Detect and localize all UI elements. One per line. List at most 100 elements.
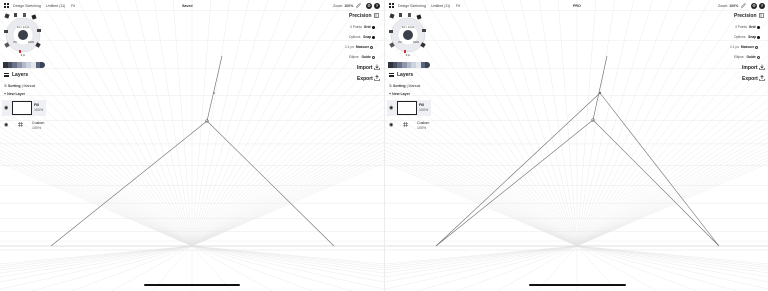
app-name[interactable]: Design Sketching bbox=[398, 4, 426, 8]
top-bar: Design Sketching Untitled (11) Fit Saved… bbox=[0, 0, 384, 11]
precision-toggle[interactable]: Measure bbox=[356, 45, 369, 49]
color-swatches[interactable] bbox=[388, 62, 431, 68]
brush-size-knob[interactable] bbox=[403, 30, 413, 40]
precision-row[interactable]: 3 Points Grid bbox=[735, 25, 760, 29]
color-swatch[interactable] bbox=[40, 62, 46, 68]
pen-icon[interactable] bbox=[741, 3, 746, 8]
layer-row[interactable]: ◉ Fill 100% bbox=[387, 100, 431, 116]
pro-badge[interactable]: PRO bbox=[573, 4, 581, 8]
brush-wheel[interactable]: 14 × 14 px 0% 100% 8 px bbox=[3, 13, 43, 57]
color-swatches[interactable] bbox=[3, 62, 46, 68]
precision-toggle[interactable]: Grid bbox=[749, 25, 756, 29]
fit-button[interactable]: Fit bbox=[71, 4, 75, 8]
precision-row[interactable]: Options Snap bbox=[734, 35, 761, 39]
apps-grid-icon[interactable] bbox=[389, 3, 394, 8]
brush-wheel[interactable]: 14 × 14 px 0% 100% 8 px bbox=[388, 13, 428, 57]
toggle-off-icon bbox=[370, 45, 374, 49]
layer-name: Fill bbox=[34, 103, 40, 107]
precision-row[interactable]: Ellipse Guide bbox=[349, 55, 375, 59]
layer-thumbnail bbox=[12, 101, 32, 115]
menu-icon[interactable] bbox=[389, 73, 394, 77]
pen-icon[interactable] bbox=[356, 3, 361, 8]
layer-opacity: 100% bbox=[32, 126, 42, 130]
precision-toggle[interactable]: Measure bbox=[741, 45, 754, 49]
precision-row[interactable]: 3 Points Grid bbox=[350, 25, 375, 29]
top-bar: Design Sketching Untitled (11) Fit PRO Z… bbox=[385, 0, 768, 11]
brush-width-label: 8 px bbox=[406, 54, 411, 57]
brush-size-knob[interactable] bbox=[18, 30, 28, 40]
precision-option: Ellipse bbox=[734, 55, 744, 59]
precision-grid-icon[interactable] bbox=[374, 13, 379, 18]
help-icon[interactable]: ? bbox=[374, 2, 380, 9]
precision-row[interactable]: 1:1 px Measure bbox=[345, 45, 374, 49]
color-swatch[interactable] bbox=[425, 62, 431, 68]
apps-grid-icon[interactable] bbox=[4, 3, 9, 8]
control-point[interactable] bbox=[598, 91, 602, 95]
visibility-eye-icon[interactable]: ◉ bbox=[4, 122, 8, 128]
precision-toggle[interactable]: Guide bbox=[361, 55, 370, 59]
sorting-value: Manual bbox=[408, 84, 421, 88]
precision-grid-icon[interactable] bbox=[759, 13, 764, 18]
menu-icon[interactable] bbox=[4, 73, 9, 77]
layer-row[interactable]: ◉ Custom 100% bbox=[387, 117, 431, 133]
precision-toggle[interactable]: Snap bbox=[748, 35, 756, 39]
app-root: Design Sketching Untitled (11) Fit Saved… bbox=[0, 0, 768, 291]
layer-row[interactable]: ◉ Fill 100% bbox=[2, 100, 46, 116]
precision-toggle[interactable]: Snap bbox=[363, 35, 371, 39]
export-icon[interactable] bbox=[374, 75, 380, 81]
sorting-label: Sorting bbox=[393, 84, 406, 88]
export-icon[interactable] bbox=[759, 75, 765, 81]
precision-toggle[interactable]: Guide bbox=[746, 55, 755, 59]
toggle-off-icon bbox=[371, 55, 375, 59]
layer-name: Custom bbox=[417, 121, 430, 125]
sorting-value: Manual bbox=[23, 84, 36, 88]
fit-button[interactable]: Fit bbox=[456, 4, 460, 8]
visibility-eye-icon[interactable]: ◉ bbox=[389, 105, 393, 111]
app-name[interactable]: Design Sketching bbox=[13, 4, 41, 8]
import-icon[interactable] bbox=[759, 64, 765, 70]
toggle-off-icon bbox=[755, 45, 759, 49]
precision-row[interactable]: Ellipse Guide bbox=[734, 55, 760, 59]
control-point[interactable] bbox=[213, 92, 215, 94]
grid-layer-icon bbox=[18, 122, 23, 127]
toggle-on-icon bbox=[757, 35, 761, 39]
brush-size-label: 14 × 14 px bbox=[17, 25, 30, 29]
new-layer-button[interactable]: + New Layer bbox=[389, 92, 410, 96]
sorting-control[interactable]: ⇅ Sorting | Manual bbox=[389, 84, 420, 88]
toggle-on-icon bbox=[756, 25, 760, 29]
precision-row[interactable]: Options Snap bbox=[349, 35, 376, 39]
import-icon[interactable] bbox=[374, 64, 380, 70]
opacity-max-label: 100% bbox=[413, 41, 420, 44]
zoom-label: Zoom: bbox=[718, 3, 729, 8]
layers-title: Layers bbox=[12, 72, 29, 78]
import-button[interactable]: Import bbox=[357, 65, 373, 71]
precision-row[interactable]: 1:1 px Measure bbox=[730, 45, 759, 49]
layer-name: Custom bbox=[32, 121, 45, 125]
new-layer-button[interactable]: + New Layer bbox=[4, 92, 25, 96]
export-button[interactable]: Export bbox=[742, 76, 758, 82]
horizontal-scrollbar[interactable] bbox=[529, 284, 626, 286]
precision-option: Options bbox=[349, 35, 361, 39]
layers-header[interactable]: Layers bbox=[389, 72, 413, 78]
precision-toggle[interactable]: Grid bbox=[364, 25, 371, 29]
visibility-eye-icon[interactable]: ◉ bbox=[4, 105, 8, 111]
canvas-pane-left[interactable]: Design Sketching Untitled (11) Fit Saved… bbox=[0, 0, 384, 291]
document-name[interactable]: Untitled (11) bbox=[431, 4, 450, 8]
document-name[interactable]: Untitled (11) bbox=[46, 4, 65, 8]
settings-icon[interactable]: ⚙ bbox=[366, 2, 372, 9]
zoom-control[interactable]: Zoom: 100% bbox=[333, 4, 353, 8]
settings-icon[interactable]: ⚙ bbox=[751, 2, 757, 9]
toggle-off-icon bbox=[756, 55, 760, 59]
export-button[interactable]: Export bbox=[357, 76, 373, 82]
visibility-eye-icon[interactable]: ◉ bbox=[389, 122, 393, 128]
help-icon[interactable]: ? bbox=[759, 2, 765, 9]
layers-header[interactable]: Layers bbox=[4, 72, 28, 78]
zoom-label: Zoom: bbox=[333, 3, 344, 8]
horizontal-scrollbar[interactable] bbox=[144, 284, 240, 286]
sorting-control[interactable]: ⇅ Sorting | Manual bbox=[4, 84, 35, 88]
toggle-on-icon bbox=[372, 35, 376, 39]
layer-row[interactable]: ◉ Custom 100% bbox=[2, 117, 46, 133]
zoom-control[interactable]: Zoom: 100% bbox=[718, 4, 738, 8]
canvas-pane-right[interactable]: Design Sketching Untitled (11) Fit PRO Z… bbox=[384, 0, 768, 291]
import-button[interactable]: Import bbox=[742, 65, 758, 71]
